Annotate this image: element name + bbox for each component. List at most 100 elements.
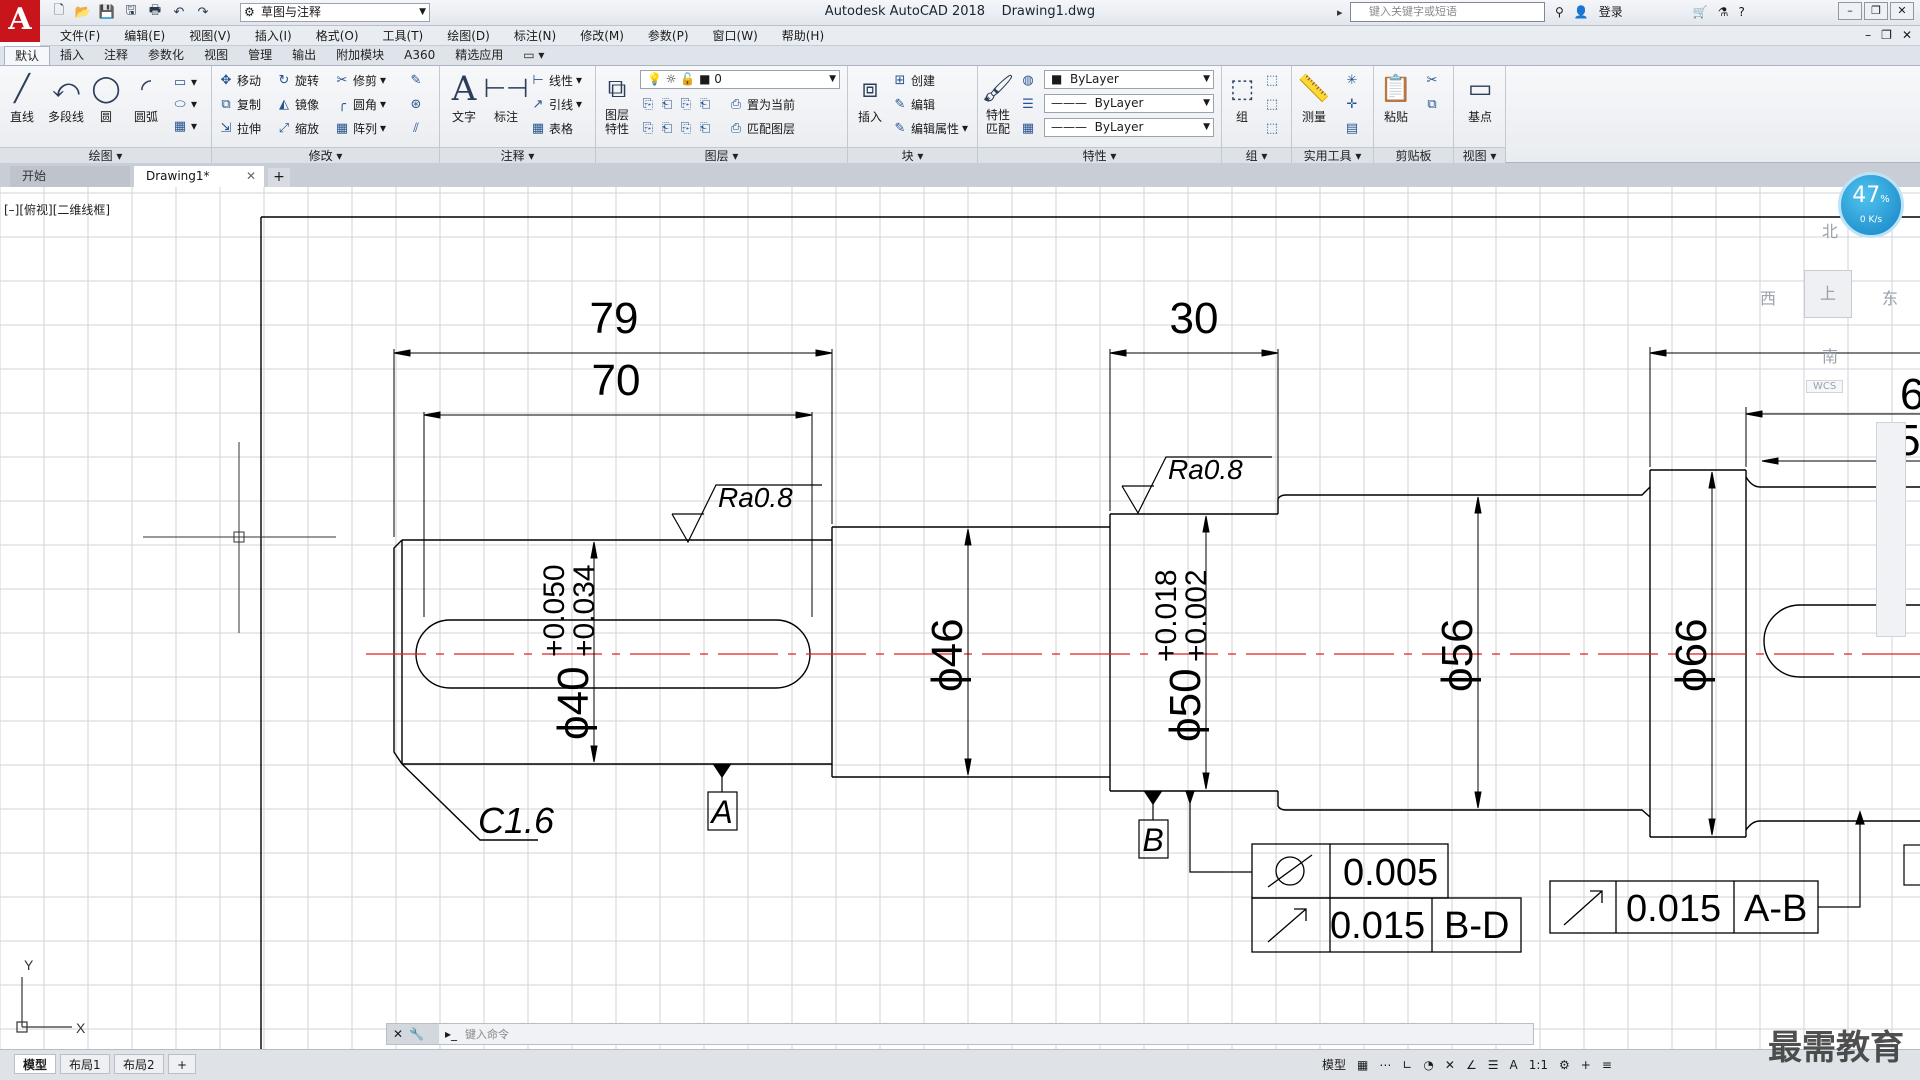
viewcube-top-face[interactable]: 上 bbox=[1804, 270, 1852, 318]
fillet-button[interactable]: ╭ 圆角 ▾ bbox=[334, 94, 386, 114]
lineweight-toggle-icon[interactable]: ☰ bbox=[1488, 1058, 1499, 1072]
rotate-button[interactable]: ↻ 旋转 bbox=[276, 70, 319, 90]
menu-modify[interactable]: 修改(M) bbox=[568, 26, 636, 46]
text-button[interactable]: A 文字 bbox=[444, 69, 484, 125]
group-select-icon[interactable]: ⬚ bbox=[1264, 118, 1280, 138]
panel-block-title[interactable]: 块 ▾ bbox=[848, 147, 977, 163]
login-button[interactable]: 登录 bbox=[1599, 3, 1623, 20]
annotation-icon[interactable]: A bbox=[1510, 1058, 1518, 1072]
ortho-icon[interactable]: ∟ bbox=[1402, 1058, 1412, 1072]
color-select[interactable]: ■ ByLayer ▼ bbox=[1044, 70, 1214, 89]
minimize-icon[interactable]: – bbox=[1838, 2, 1862, 20]
menu-edit[interactable]: 编辑(E) bbox=[112, 26, 177, 46]
close-icon[interactable]: ✕ bbox=[1890, 2, 1914, 20]
base-view-button[interactable]: ▭ 基点 bbox=[1460, 70, 1500, 125]
panel-view-title[interactable]: 视图 ▾ bbox=[1454, 147, 1505, 163]
arc-button[interactable]: ◜ 圆弧 bbox=[126, 70, 166, 125]
panel-modify-title[interactable]: 修改 ▾ bbox=[212, 147, 439, 163]
circle-button[interactable]: ◯ 圆 bbox=[86, 70, 126, 125]
dimension-button[interactable]: ⊢⊣ 标注 bbox=[483, 70, 528, 125]
tab-insert[interactable]: 插入 bbox=[50, 46, 94, 65]
group-edit-icon[interactable]: ⬚ bbox=[1264, 94, 1280, 114]
command-input[interactable]: 键入命令 bbox=[465, 1026, 509, 1042]
tab-output[interactable]: 输出 bbox=[282, 46, 326, 65]
ungroup-icon[interactable]: ⬚ bbox=[1264, 70, 1280, 90]
tab-addins[interactable]: 附加模块 bbox=[326, 46, 394, 65]
menu-format[interactable]: 格式(O) bbox=[304, 26, 371, 46]
viewcube-south[interactable]: 南 bbox=[1822, 343, 1838, 367]
copy-button[interactable]: ⧉ 复制 bbox=[218, 94, 261, 114]
cart-icon[interactable]: 🛒 bbox=[1693, 5, 1708, 19]
wcs-menu[interactable]: WCS bbox=[1806, 380, 1844, 393]
paste-button[interactable]: 📋 粘贴 bbox=[1376, 70, 1416, 125]
explode-icon[interactable]: ⊛ bbox=[408, 94, 424, 114]
color-wheel-icon[interactable]: ◍ bbox=[1020, 70, 1036, 90]
viewcube-east[interactable]: 东 bbox=[1882, 285, 1898, 309]
grid-icon[interactable]: ▦ bbox=[1357, 1058, 1368, 1072]
viewport-controls-label[interactable]: [–][俯视][二维线框] bbox=[4, 201, 110, 218]
transparency-icon[interactable]: ▦ bbox=[1020, 118, 1036, 138]
add-tab-icon[interactable]: + bbox=[268, 168, 290, 187]
menu-file[interactable]: 文件(F) bbox=[48, 26, 112, 46]
panel-annotation-title[interactable]: 注释 ▾ bbox=[440, 147, 595, 163]
scale-select[interactable]: 1:1 bbox=[1529, 1058, 1548, 1072]
table-button[interactable]: ▦ 表格 bbox=[530, 118, 573, 138]
scale-button[interactable]: ⤢ 缩放 bbox=[276, 118, 319, 138]
tab-start[interactable]: 开始 bbox=[10, 166, 130, 187]
layer-properties-button[interactable]: ⧉ 图层 特性 bbox=[598, 70, 636, 137]
otrack-icon[interactable]: ∠ bbox=[1466, 1058, 1477, 1072]
customize-icon[interactable]: ≡ bbox=[1602, 1058, 1612, 1072]
group-button[interactable]: ⬚ 组 bbox=[1224, 70, 1260, 125]
viewcube[interactable]: 北 西 东 南 上 WCS bbox=[1740, 210, 1920, 393]
stretch-button[interactable]: ⇲ 拉伸 bbox=[218, 118, 261, 138]
trim-button[interactable]: ✂ 修剪 ▾ bbox=[334, 70, 387, 90]
hatch-icon[interactable]: ▦ ▾ bbox=[172, 116, 197, 136]
doc-restore-icon[interactable]: ❐ bbox=[1881, 28, 1892, 42]
menu-view[interactable]: 视图(V) bbox=[177, 26, 243, 46]
tab-view[interactable]: 视图 bbox=[194, 46, 238, 65]
polyline-button[interactable]: ⤺ 多段线 bbox=[44, 70, 88, 125]
plus-icon[interactable]: + bbox=[1581, 1058, 1591, 1072]
osnap-icon[interactable]: ✕ bbox=[1445, 1058, 1455, 1072]
tab-annotate[interactable]: 注释 bbox=[94, 46, 138, 65]
measure-button[interactable]: 📏 测量 bbox=[1294, 70, 1334, 125]
ribbon-toggle-icon[interactable]: ▭ ▾ bbox=[513, 46, 554, 65]
leader-button[interactable]: ↗ 引线 ▾ bbox=[530, 94, 583, 114]
workspace-gear-icon[interactable]: ⚙ bbox=[1559, 1058, 1570, 1072]
edit-attributes-button[interactable]: ✎ 编辑属性 ▾ bbox=[892, 118, 969, 138]
layer-tools-row2[interactable]: ⎘ ⎗ ⎘ ⎗ bbox=[640, 118, 713, 138]
menu-insert[interactable]: 插入(I) bbox=[243, 26, 304, 46]
doc-minimize-icon[interactable]: – bbox=[1865, 28, 1871, 42]
wrench-icon[interactable]: 🔧 bbox=[409, 1027, 424, 1041]
search-input[interactable]: ▸ 键入关键字或短语 bbox=[1337, 2, 1545, 22]
cut-icon[interactable]: ✂ bbox=[1424, 70, 1440, 90]
layer-tools-row1[interactable]: ⎘ ⎗ ⎘ ⎗ bbox=[640, 94, 713, 114]
menu-window[interactable]: 窗口(W) bbox=[701, 26, 770, 46]
panel-layers-title[interactable]: 图层 ▾ bbox=[596, 147, 847, 163]
close-icon[interactable]: ✕ bbox=[246, 166, 256, 187]
tab-manage[interactable]: 管理 bbox=[238, 46, 282, 65]
mirror-button[interactable]: ◭ 镜像 bbox=[276, 94, 319, 114]
panel-clipboard-title[interactable]: 剪贴板 bbox=[1374, 147, 1453, 163]
help-icon[interactable]: ? bbox=[1738, 5, 1744, 19]
calculator-icon[interactable]: ▤ bbox=[1344, 118, 1360, 138]
tab-parametric[interactable]: 参数化 bbox=[138, 46, 194, 65]
move-button[interactable]: ✥ 移动 bbox=[218, 70, 261, 90]
lineweight-select[interactable]: ——— ByLayer ▼ bbox=[1044, 118, 1214, 137]
panel-draw-title[interactable]: 绘图 ▾ bbox=[0, 147, 211, 163]
binoculars-icon[interactable]: ⚲ bbox=[1555, 5, 1564, 19]
print-icon[interactable]: 🖶 bbox=[146, 3, 164, 21]
panel-properties-title[interactable]: 特性 ▾ bbox=[978, 147, 1221, 163]
new-icon[interactable]: 🗋 bbox=[50, 3, 68, 21]
tab-a360[interactable]: A360 bbox=[394, 46, 445, 65]
menu-parametric[interactable]: 参数(P) bbox=[636, 26, 701, 46]
offset-icon[interactable]: ⫽ bbox=[408, 118, 424, 138]
set-current-button[interactable]: ⎙ 置为当前 bbox=[728, 94, 795, 114]
panel-utilities-title[interactable]: 实用工具 ▾ bbox=[1292, 147, 1373, 163]
exchange-icon[interactable]: ⚗ bbox=[1718, 5, 1729, 19]
navigation-bar[interactable] bbox=[1876, 422, 1906, 637]
drawing-canvas[interactable]: 79 70 30 6 5 Ra0.8 Ra0.8 C1.6 A B ϕ40 +0… bbox=[0, 187, 1920, 1049]
tab-drawing1[interactable]: Drawing1* ✕ bbox=[134, 166, 264, 187]
menu-help[interactable]: 帮助(H) bbox=[770, 26, 836, 46]
menu-draw[interactable]: 绘图(D) bbox=[435, 26, 502, 46]
